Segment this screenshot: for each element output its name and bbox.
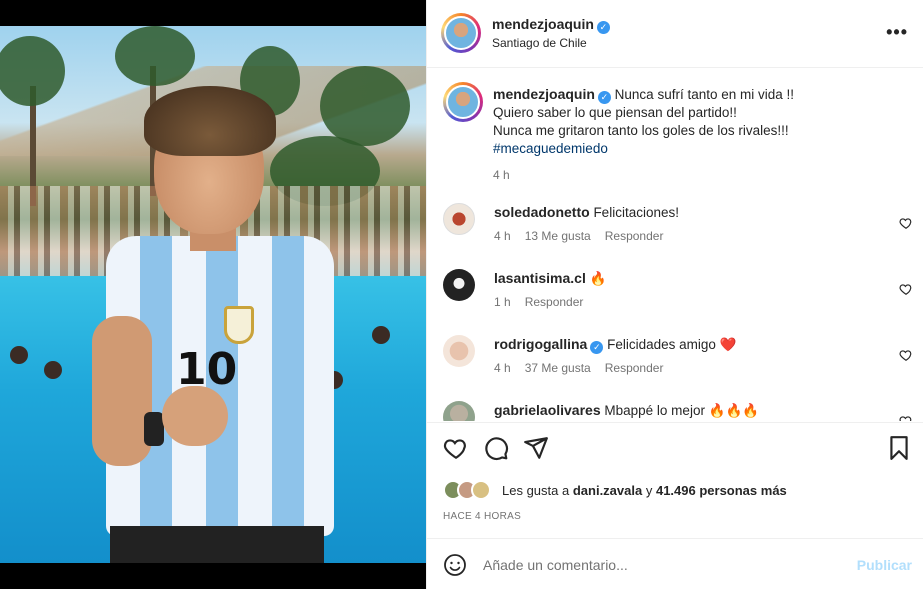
jeans	[110, 526, 324, 563]
comment-item: soledadonetto Felicitaciones! 4 h 13 Me g…	[443, 203, 923, 263]
comment-item: gabrielaolivares Mbappé lo mejor 🔥🔥🔥	[443, 401, 923, 421]
author-avatar[interactable]	[441, 13, 481, 53]
comment-body: lasantisima.cl 🔥	[494, 270, 606, 287]
post-side-panel: mendezjoaquin ✓ Santiago de Chile ••• men…	[426, 0, 923, 589]
caption-text: mendezjoaquin ✓ Nunca sufrí tanto en mi v…	[493, 85, 903, 184]
commenter-avatar[interactable]	[443, 401, 475, 421]
liker-avatar[interactable]	[471, 480, 491, 500]
comment-time[interactable]: 1 h	[494, 295, 511, 309]
author-name-row: mendezjoaquin ✓	[492, 16, 610, 34]
likes-count[interactable]: 41.496 personas más	[656, 483, 787, 498]
red-heart-emoji-icon: ❤️	[719, 337, 737, 352]
comment-body: rodrigogallina ✓ Felicidades amigo ❤️	[494, 336, 737, 354]
comment-bubble-icon[interactable]	[483, 435, 509, 461]
commenter-avatar[interactable]	[443, 203, 475, 235]
comment-text: Felicidades amigo	[607, 337, 716, 352]
fire-emoji-icon: 🔥🔥🔥	[708, 403, 760, 418]
reply-button[interactable]: Responder	[605, 229, 664, 243]
caption-username[interactable]: mendezjoaquin	[493, 86, 595, 102]
palm-tree	[115, 26, 195, 86]
fire-emoji-icon: 🔥	[589, 271, 607, 286]
like-heart-icon[interactable]	[443, 435, 469, 461]
comment-body: soledadonetto Felicitaciones!	[494, 204, 679, 220]
commenter-username[interactable]: soledadonetto	[494, 204, 590, 220]
commenter-username[interactable]: gabrielaolivares	[494, 402, 601, 418]
thumbs-up-hand	[162, 386, 228, 446]
post-timestamp[interactable]: HACE 4 HORAS	[443, 511, 521, 522]
commenter-avatar[interactable]	[443, 335, 475, 367]
caption-hashtag[interactable]: #mecaguedemiedo	[493, 140, 903, 158]
more-options-icon[interactable]: •••	[886, 22, 908, 43]
reply-button[interactable]: Responder	[525, 295, 584, 309]
author-username[interactable]: mendezjoaquin	[492, 16, 594, 32]
caption-line-1: Nunca sufrí tanto en mi vida !!	[614, 87, 795, 102]
comment-time[interactable]: 4 h	[494, 361, 511, 375]
comment-composer: Publicar	[427, 538, 923, 589]
comment-input[interactable]	[483, 553, 843, 577]
post-media[interactable]: 10	[0, 0, 426, 589]
swimmer	[44, 361, 62, 379]
afa-crest	[224, 306, 254, 344]
post-actions: Les gusta a dani.zavala y 41.496 persona…	[427, 422, 923, 538]
like-comment-heart-icon[interactable]	[899, 216, 913, 230]
comment-meta: 4 h 37 Me gusta Responder	[494, 361, 677, 375]
like-comment-heart-icon[interactable]	[899, 348, 913, 362]
comment-time[interactable]: 4 h	[494, 229, 511, 243]
comment-meta: 4 h 13 Me gusta Responder	[494, 229, 677, 243]
likes-prefix: Les gusta a	[502, 483, 570, 498]
save-bookmark-icon[interactable]	[886, 435, 912, 461]
reply-button[interactable]: Responder	[605, 361, 664, 375]
commenter-avatar[interactable]	[443, 269, 475, 301]
like-comment-heart-icon[interactable]	[899, 414, 913, 421]
arm	[92, 316, 152, 466]
likes-text: Les gusta a dani.zavala y 41.496 persona…	[502, 483, 787, 498]
likes-user[interactable]: dani.zavala	[573, 483, 642, 498]
comment-body: gabrielaolivares Mbappé lo mejor 🔥🔥🔥	[494, 402, 759, 419]
instagram-post-view: 10 mendezjoaquin✓ Santiago de Chile •••	[0, 0, 923, 589]
comment-text: Felicitaciones!	[593, 205, 679, 220]
comment-item: lasantisima.cl 🔥 1 h Responder	[443, 269, 923, 329]
hair	[144, 86, 276, 156]
verified-badge-icon: ✓	[597, 91, 611, 104]
commenter-username[interactable]: rodrigogallina	[494, 336, 587, 352]
comment-text: Mbappé lo mejor	[604, 403, 705, 418]
caption-avatar[interactable]	[443, 82, 483, 122]
post-header: mendezjoaquin ✓ Santiago de Chile •••	[427, 0, 923, 68]
swimmer	[10, 346, 28, 364]
caption-line-3: Nunca me gritaron tanto los goles de los…	[493, 123, 789, 138]
emoji-picker-icon[interactable]	[443, 553, 467, 577]
person: 10	[92, 86, 342, 563]
share-paper-plane-icon[interactable]	[523, 435, 549, 461]
commenter-username[interactable]: lasantisima.cl	[494, 270, 586, 286]
caption-line-2: Quiero saber lo que piensan del partido!…	[493, 105, 737, 120]
comment-item: rodrigogallina ✓ Felicidades amigo ❤️ 4 h…	[443, 335, 923, 395]
post-location[interactable]: Santiago de Chile	[492, 36, 587, 50]
verified-badge-icon: ✓	[590, 341, 604, 354]
verified-badge-icon: ✓	[596, 21, 610, 34]
comment-likes[interactable]: 13 Me gusta	[525, 229, 591, 243]
swimmer	[372, 326, 390, 344]
comment-likes[interactable]: 37 Me gusta	[525, 361, 591, 375]
like-comment-heart-icon[interactable]	[899, 282, 913, 296]
post-photo[interactable]: 10	[0, 26, 426, 563]
likes-connector: y	[645, 483, 653, 498]
comment-meta: 1 h Responder	[494, 295, 597, 309]
caption-time[interactable]: 4 h	[493, 166, 903, 184]
wristwatch	[144, 412, 164, 446]
publish-button[interactable]: Publicar	[857, 557, 912, 573]
